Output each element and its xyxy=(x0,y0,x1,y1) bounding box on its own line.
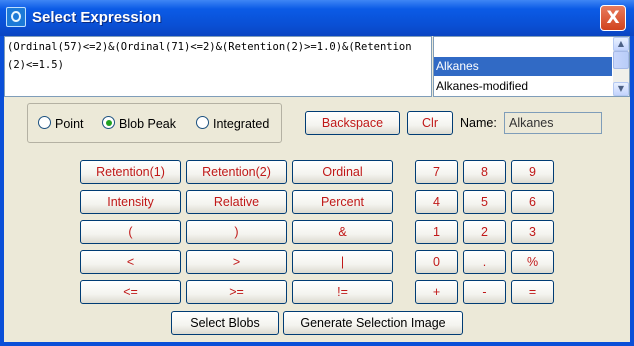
key-3-button[interactable]: 3 xyxy=(511,220,554,244)
generate-selection-image-button[interactable]: Generate Selection Image xyxy=(283,311,463,335)
dialog-window: Select Expression X (Ordinal(57)<=2)&(Or… xyxy=(0,0,634,346)
title-bar[interactable]: Select Expression X xyxy=(0,0,634,36)
not-equal-button[interactable]: != xyxy=(292,280,393,304)
name-field[interactable]: Alkanes xyxy=(504,112,602,134)
window-title: Select Expression xyxy=(32,9,162,26)
key-6-button[interactable]: 6 xyxy=(511,190,554,214)
key-percent-button[interactable]: % xyxy=(511,250,554,274)
dialog-body: (Ordinal(57)<=2)&(Ordinal(71)<=2)&(Reten… xyxy=(4,36,630,342)
scroll-down-icon: ▼ xyxy=(617,84,625,93)
close-paren-button[interactable]: ) xyxy=(186,220,287,244)
or-button[interactable]: | xyxy=(292,250,393,274)
scroll-up-button[interactable]: ▲ xyxy=(613,37,629,51)
mode-radio-group: Point Blob Peak Integrated xyxy=(27,103,282,143)
relative-button[interactable]: Relative xyxy=(186,190,287,214)
key-1-button[interactable]: 1 xyxy=(415,220,458,244)
scroll-up-icon: ▲ xyxy=(617,39,625,48)
percent-button[interactable]: Percent xyxy=(292,190,393,214)
name-label: Name: xyxy=(460,116,497,130)
clear-button[interactable]: Clr xyxy=(407,111,453,135)
backspace-button[interactable]: Backspace xyxy=(305,111,400,135)
key-0-button[interactable]: 0 xyxy=(415,250,458,274)
list-item-alkanes-modified[interactable]: Alkanes-modified xyxy=(434,77,612,96)
radio-blob-peak[interactable]: Blob Peak xyxy=(102,116,176,132)
intensity-button[interactable]: Intensity xyxy=(80,190,181,214)
ordinal-button[interactable]: Ordinal xyxy=(292,160,393,184)
scroll-down-button[interactable]: ▼ xyxy=(613,82,629,96)
radio-circle-selected xyxy=(102,116,115,129)
key-8-button[interactable]: 8 xyxy=(463,160,506,184)
retention-1-button[interactable]: Retention(1) xyxy=(80,160,181,184)
radio-label: Point xyxy=(55,117,84,131)
key-5-button[interactable]: 5 xyxy=(463,190,506,214)
key-plus-button[interactable]: + xyxy=(415,280,458,304)
key-equals-button[interactable]: = xyxy=(511,280,554,304)
close-icon: X xyxy=(606,8,620,28)
retention-2-button[interactable]: Retention(2) xyxy=(186,160,287,184)
scroll-thumb[interactable] xyxy=(613,51,629,69)
key-7-button[interactable]: 7 xyxy=(415,160,458,184)
radio-circle xyxy=(196,116,209,129)
close-button[interactable]: X xyxy=(600,5,626,31)
key-dot-button[interactable]: . xyxy=(463,250,506,274)
key-2-button[interactable]: 2 xyxy=(463,220,506,244)
list-scrollbar[interactable]: ▲ ▼ xyxy=(613,37,629,96)
radio-label: Blob Peak xyxy=(119,117,176,131)
app-icon xyxy=(6,7,26,27)
greater-equal-button[interactable]: >= xyxy=(186,280,287,304)
greater-than-button[interactable]: > xyxy=(186,250,287,274)
select-blobs-button[interactable]: Select Blobs xyxy=(171,311,279,335)
open-paren-button[interactable]: ( xyxy=(80,220,181,244)
expression-text-area[interactable]: (Ordinal(57)<=2)&(Ordinal(71)<=2)&(Reten… xyxy=(4,36,432,97)
expression-list[interactable]: Alkanes Alkanes-modified ▲ ▼ xyxy=(433,36,630,97)
key-4-button[interactable]: 4 xyxy=(415,190,458,214)
radio-point[interactable]: Point xyxy=(38,116,84,132)
radio-dot xyxy=(105,119,112,126)
radio-label: Integrated xyxy=(213,117,270,131)
radio-integrated[interactable]: Integrated xyxy=(196,116,269,132)
less-than-button[interactable]: < xyxy=(80,250,181,274)
list-item-alkanes[interactable]: Alkanes xyxy=(434,57,612,76)
key-9-button[interactable]: 9 xyxy=(511,160,554,184)
radio-circle xyxy=(38,116,51,129)
key-minus-button[interactable]: - xyxy=(463,280,506,304)
less-equal-button[interactable]: <= xyxy=(80,280,181,304)
and-button[interactable]: & xyxy=(292,220,393,244)
